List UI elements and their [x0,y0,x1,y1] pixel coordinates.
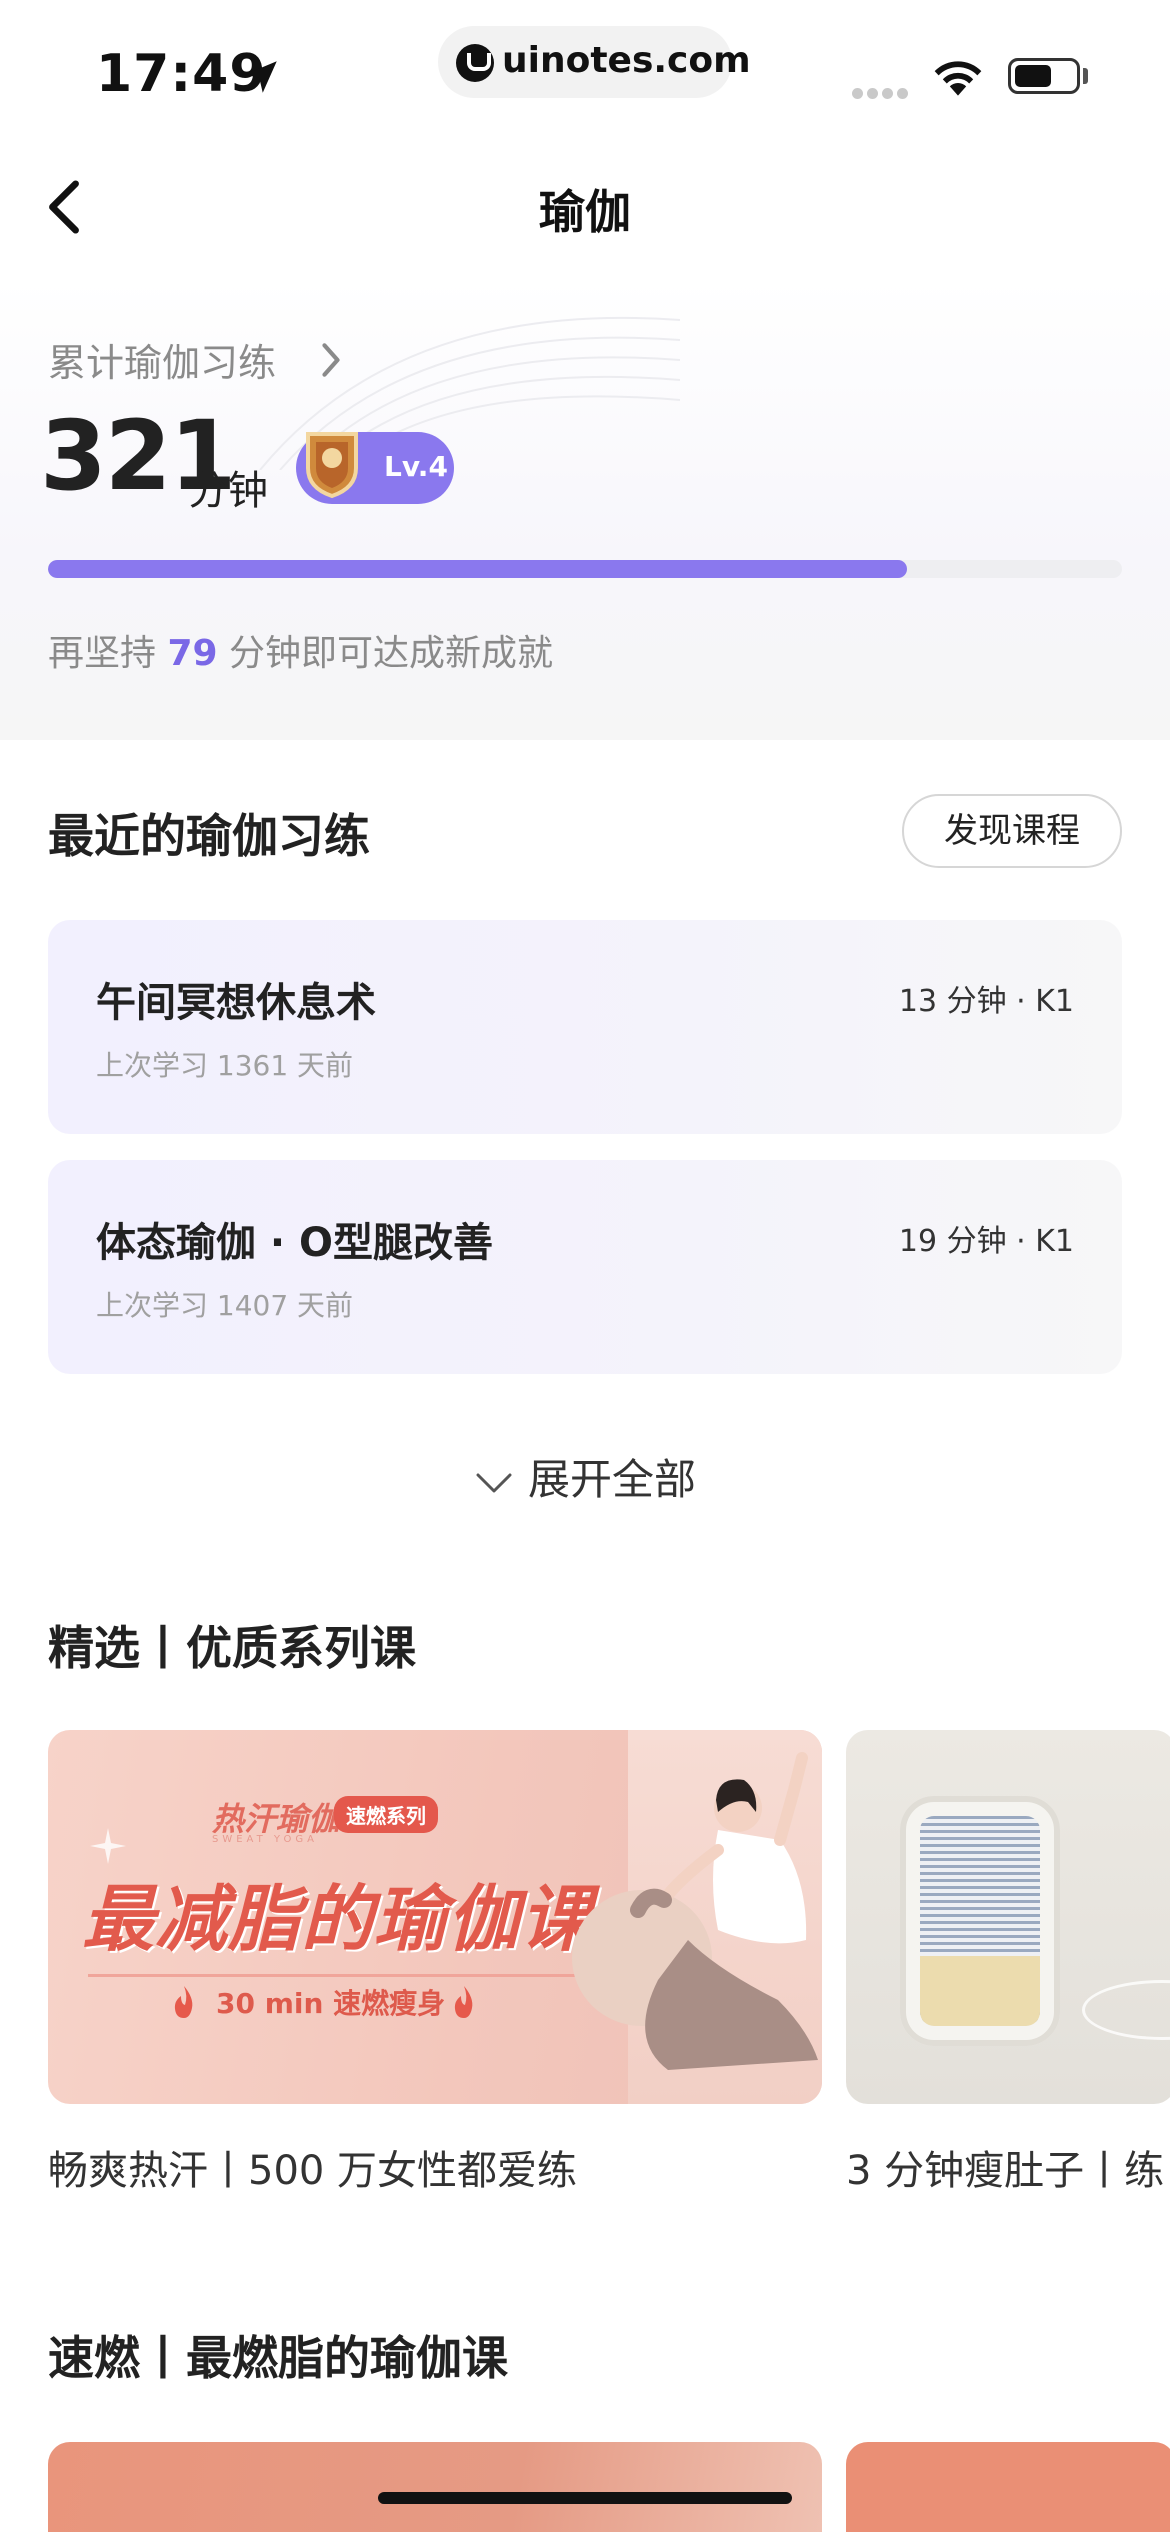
page-title: 瑜伽 [539,185,631,239]
quick-burn-title: 速燃丨最燃脂的瑜伽课 [48,2331,508,2385]
achievement-progress-fill [48,560,908,578]
medal-icon [306,432,358,499]
status-bar: 17:49 uinotes.com [0,0,1170,130]
banner-brand-sub: SWEAT YOGA [212,1834,318,1845]
achievement-progress [48,560,1122,578]
course-name: 体态瑜伽 · O型腿改善 [96,1220,494,1266]
chevron-down-icon [476,1473,512,1492]
level-badge[interactable]: Lv.4 [296,432,454,504]
window-frame-image [900,1796,1060,2046]
course-name: 午间冥想休息术 [96,980,376,1026]
level-text: Lv.4 [384,450,448,483]
course-last-studied: 上次学习 1361 天前 [96,1049,354,1082]
banner-divider [88,1974,588,1977]
series-card[interactable] [846,1730,1170,2104]
banner-duration: 30 min 速燃瘦身 [216,1987,446,2020]
flame-icon [454,1986,473,2018]
chevron-right-icon[interactable] [318,340,344,380]
featured-series-title: 精选丨优质系列课 [48,1621,416,1675]
wifi-icon [934,61,982,96]
hint-prefix: 再坚持 [48,633,157,674]
course-meta: 19 分钟 · K1 [898,1224,1074,1259]
window-sill-image [920,1956,1040,2026]
achievement-hint: 再坚持 79 分钟即可达成新成就 [48,624,553,676]
url-pill[interactable]: uinotes.com [438,26,751,98]
discover-courses-button[interactable]: 发现课程 [902,794,1122,868]
recent-practice-title: 最近的瑜伽习练 [48,809,370,863]
practice-stats: 累计瑜伽习练 321 分钟 Lv.4 再坚持 79 分钟即可达成新成就 [0,280,1170,740]
site-logo-icon [456,44,494,82]
series-caption[interactable]: 畅爽热汗丨500 万女性都爱练 [48,2138,577,2196]
series-card[interactable]: 热汗瑜伽 SWEAT YOGA 速燃系列 最减脂的瑜伽课 30 min 速燃瘦身 [48,1730,822,2104]
yoga-instructor-image [572,1752,818,2070]
recent-course-card[interactable]: 午间冥想休息术 13 分钟 · K1 上次学习 1361 天前 [48,920,1122,1134]
location-arrow-icon [245,61,277,93]
decorative-lines [259,316,680,470]
banner-series-tag: 速燃系列 [334,1796,438,1833]
quick-burn-card[interactable] [846,2442,1170,2532]
quick-burn-card[interactable] [48,2442,822,2532]
expand-all-label: 展开全部 [527,1455,696,1504]
course-last-studied: 上次学习 1407 天前 [96,1289,354,1322]
battery-cap [1083,68,1088,84]
recent-course-card[interactable]: 体态瑜伽 · O型腿改善 19 分钟 · K1 上次学习 1407 天前 [48,1160,1122,1374]
hint-suffix: 分钟即可达成新成就 [229,633,554,674]
series-caption[interactable]: 3 分钟瘦肚子丨练 [846,2138,1164,2196]
battery-icon [1008,58,1080,94]
home-indicator[interactable] [378,2492,792,2504]
flame-icon [174,1986,193,2018]
cumulative-practice-link[interactable]: 累计瑜伽习练 [48,332,276,387]
banner-headline: 最减脂的瑜伽课 [82,1877,594,1961]
light-ring-image [1082,1980,1170,2040]
expand-all-button[interactable]: 展开全部 [0,1446,1170,1507]
url-text: uinotes.com [502,40,751,81]
hint-number: 79 [167,633,218,674]
course-meta: 13 分钟 · K1 [898,984,1074,1019]
minutes-unit: 分钟 [188,468,268,514]
cellular-signal-icon [852,84,914,99]
